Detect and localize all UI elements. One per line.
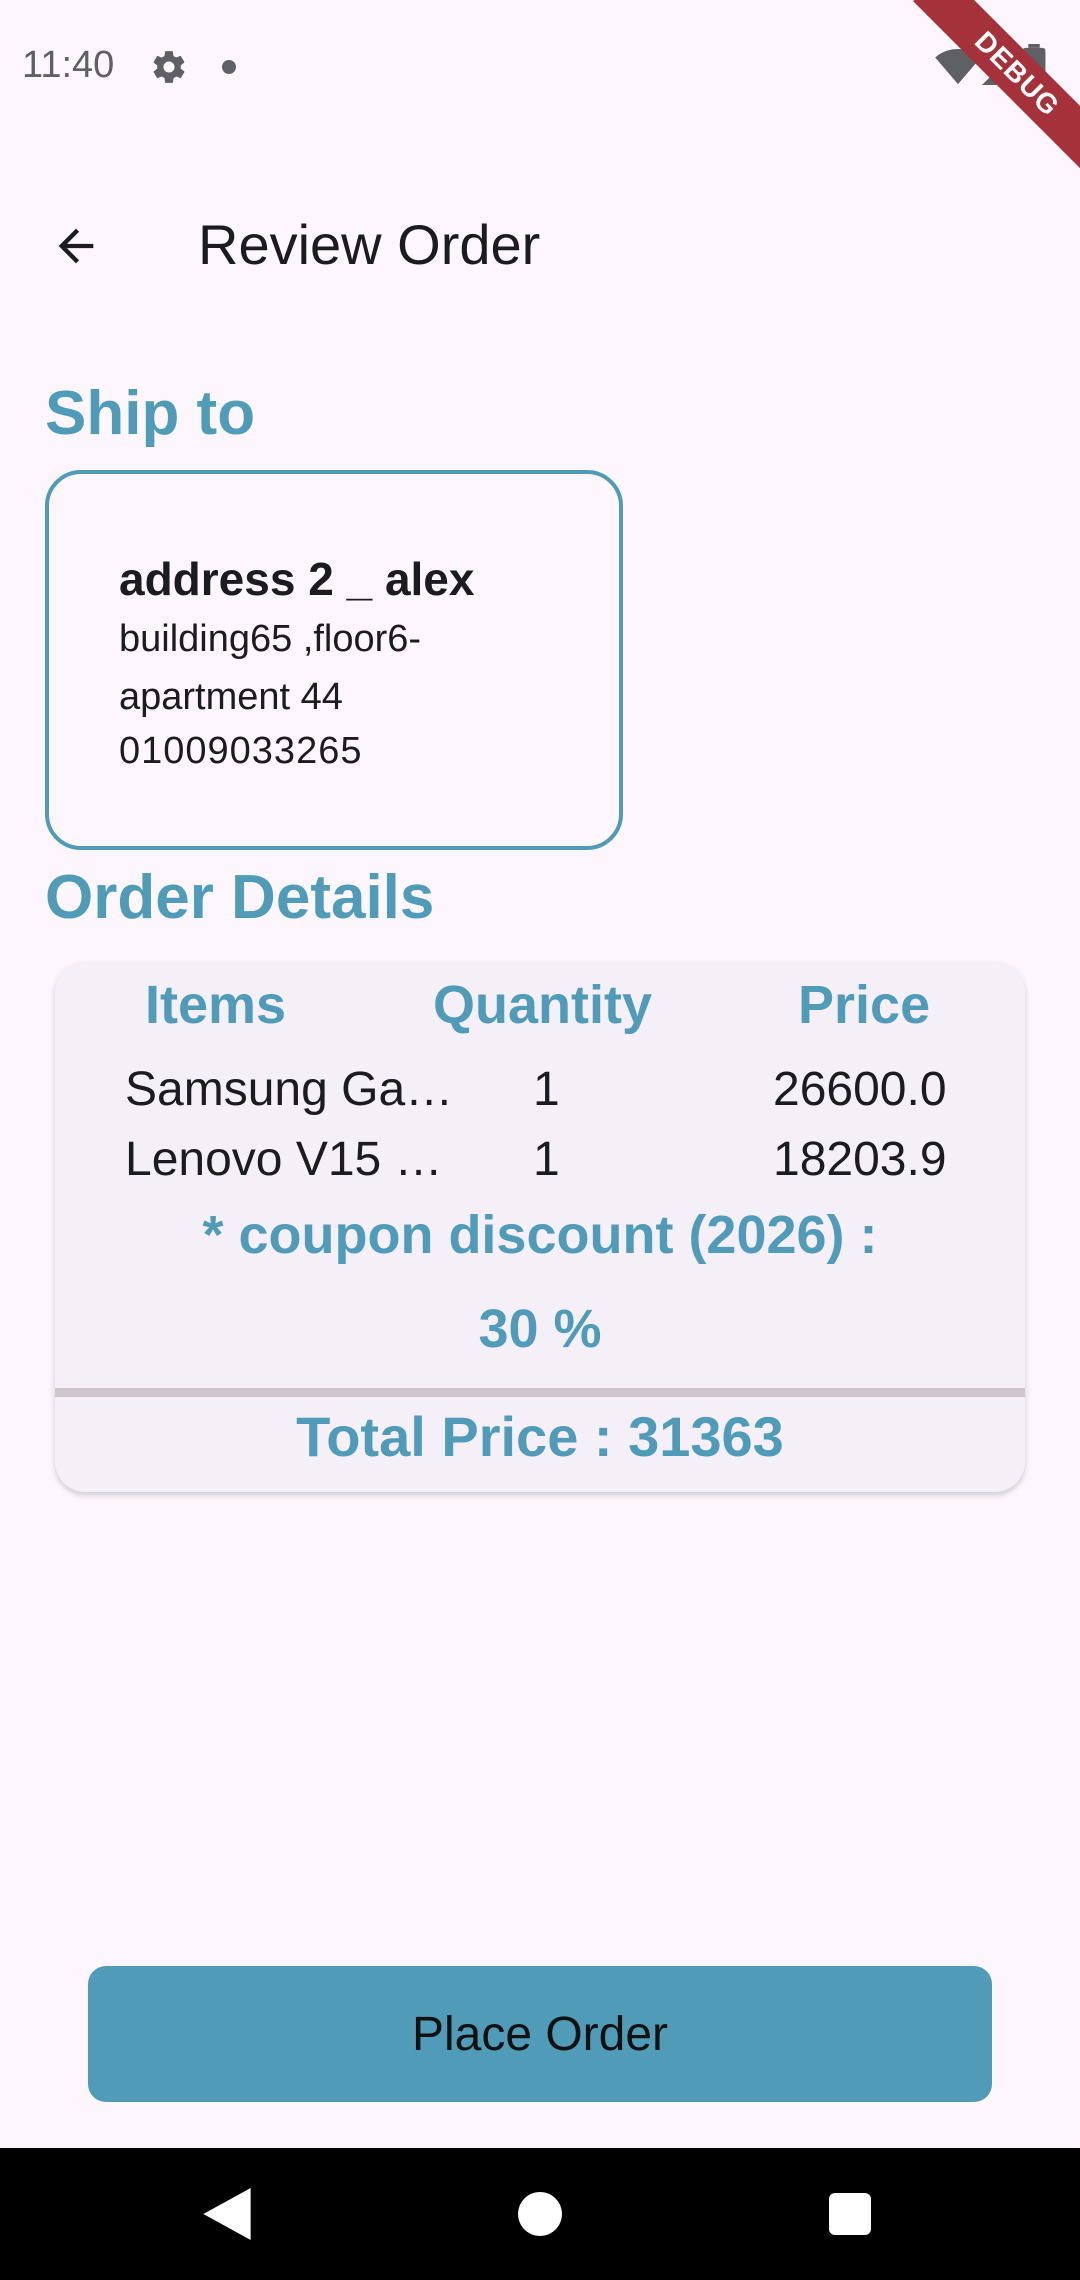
divider [55, 1388, 1025, 1397]
coupon-discount-value: 30 % [478, 1299, 602, 1359]
order-details-card: Items Quantity Price Samsung Ga… 1 26600… [55, 962, 1025, 1492]
table-row-quantity: 1 [533, 1063, 560, 1116]
total-price: Total Price : 31363 [296, 1405, 784, 1468]
place-order-button[interactable]: Place Order [88, 1966, 992, 2102]
table-row-item: Lenovo V15 … [125, 1133, 443, 1186]
nav-back-icon[interactable] [202, 2188, 252, 2240]
notification-dot-icon [222, 60, 236, 74]
column-header-items: Items [145, 975, 287, 1035]
address-line: building65 ,floor6-apartment 44 [119, 618, 422, 718]
arrow-left-icon [58, 228, 94, 264]
settings-gear-icon [153, 51, 185, 83]
back-button[interactable] [40, 210, 112, 282]
order-details-title: Order Details [45, 863, 435, 932]
column-header-price: Price [798, 975, 931, 1035]
status-bar: 11:40 DEBUG [0, 0, 1080, 178]
column-header-quantity: Quantity [433, 975, 653, 1035]
address-name: address 2 _ alex [119, 553, 475, 605]
address-phone: 01009033265 [119, 730, 363, 772]
nav-home-icon[interactable] [518, 2192, 562, 2236]
table-row-price: 26600.0 [773, 1063, 947, 1116]
table-row-price: 18203.9 [773, 1133, 947, 1186]
ship-to-title: Ship to [45, 379, 256, 448]
address-card[interactable]: address 2 _ alex building65 ,floor6-apar… [45, 470, 623, 850]
system-nav-bar [0, 2148, 1080, 2280]
table-row-quantity: 1 [533, 1133, 560, 1186]
coupon-discount-label: * coupon discount (2026) : [202, 1205, 878, 1265]
table-row-item: Samsung Ga… [125, 1063, 454, 1116]
status-time: 11:40 [22, 44, 115, 86]
review-order-screen: 11:40 DEBUG Review Order Ship to address… [0, 0, 1080, 2280]
debug-banner: DEBUG [913, 0, 1080, 178]
page-title: Review Order [198, 213, 541, 276]
nav-recents-icon[interactable] [829, 2193, 871, 2235]
